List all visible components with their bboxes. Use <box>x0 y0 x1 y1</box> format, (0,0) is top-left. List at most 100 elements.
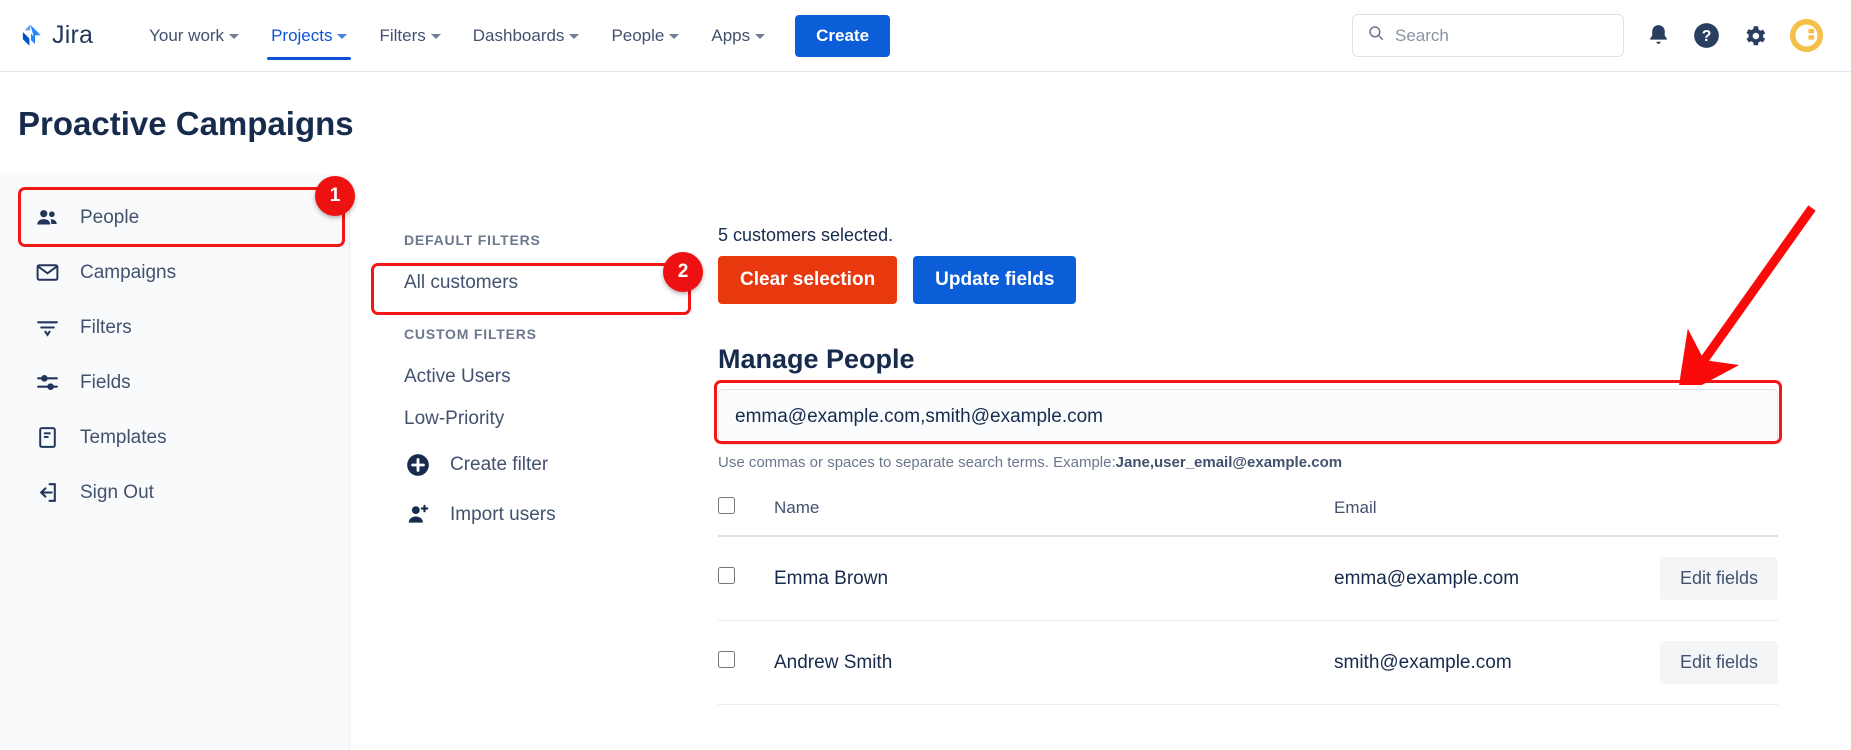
envelope-icon <box>34 260 60 285</box>
search-hint: Use commas or spaces to separate search … <box>718 454 1778 471</box>
sidebar-item-campaigns[interactable]: Campaigns <box>0 245 349 300</box>
selection-status-text: 5 customers selected. <box>718 225 894 245</box>
update-fields-button[interactable]: Update fields <box>913 256 1077 304</box>
search-icon <box>1367 24 1385 47</box>
nav-item-label: Dashboards <box>472 25 565 45</box>
row-action-cell: Edit fields <box>1634 536 1778 621</box>
sliders-icon <box>34 370 60 395</box>
bulk-action-buttons: Clear selection Update fields <box>718 256 1778 304</box>
nav-item-label: Apps <box>711 25 751 45</box>
nav-item-apps[interactable]: Apps <box>695 0 781 72</box>
row-select-cell <box>718 536 774 621</box>
row-select-cell <box>718 620 774 705</box>
sign-out-icon <box>34 480 60 505</box>
manage-people-search-wrap <box>718 389 1778 445</box>
brand-label: Jira <box>52 21 94 49</box>
edit-fields-button[interactable]: Edit fields <box>1659 557 1778 600</box>
global-search-box[interactable]: Search <box>1352 14 1624 57</box>
page-title: Proactive Campaigns <box>18 105 354 142</box>
row-name: Emma Brown <box>774 536 1334 621</box>
help-question-icon[interactable]: ? <box>1693 22 1720 49</box>
create-filter-button[interactable]: Create filter <box>400 440 700 490</box>
sidebar-item-filters[interactable]: Filters <box>0 300 349 355</box>
nav-items: Your work Projects Filters Dashboards Pe… <box>133 0 891 72</box>
nav-item-your-work[interactable]: Your work <box>133 0 255 72</box>
clear-selection-button[interactable]: Clear selection <box>718 256 898 304</box>
create-button[interactable]: Create <box>795 14 891 57</box>
chevron-down-icon <box>229 34 240 39</box>
people-group-icon <box>34 205 60 231</box>
row-checkbox[interactable] <box>718 651 735 668</box>
column-header-name: Name <box>774 489 1334 537</box>
row-email: emma@example.com <box>1334 536 1634 621</box>
top-navigation-bar: Jira Your work Projects Filters Dashboar… <box>0 0 1851 72</box>
nav-right-group: Search ? <box>1352 14 1833 57</box>
sidebar-item-label: Filters <box>80 316 132 338</box>
sidebar-item-label: Campaigns <box>80 261 177 283</box>
sidebar-item-label: Sign Out <box>80 481 154 503</box>
search-hint-prefix: Use commas or spaces to separate search … <box>718 454 1116 471</box>
sidebar-item-sign-out[interactable]: Sign Out <box>0 465 349 520</box>
table-header-row: Name Email <box>718 489 1778 537</box>
annotation-badge-2: 2 <box>663 252 703 292</box>
nav-item-label: Projects <box>271 25 333 45</box>
sidebar-item-label: People <box>80 206 140 228</box>
chevron-down-icon <box>430 34 441 39</box>
sidebar-item-fields[interactable]: Fields <box>0 355 349 410</box>
nav-item-label: People <box>611 25 665 45</box>
filter-all-customers[interactable]: All customers <box>400 262 700 304</box>
filter-low-priority[interactable]: Low-Priority <box>400 398 700 440</box>
user-add-icon <box>404 502 432 528</box>
plus-circle-icon <box>404 452 432 478</box>
default-filters-heading: DEFAULT FILTERS <box>404 232 541 248</box>
nav-item-people[interactable]: People <box>595 0 695 72</box>
document-icon <box>34 425 60 450</box>
people-table-head: Name Email <box>718 489 1778 537</box>
nav-item-label: Filters <box>379 25 426 45</box>
search-hint-example: Jane,user_email@example.com <box>1115 454 1343 471</box>
svg-text:?: ? <box>1702 28 1712 45</box>
jira-logo-icon <box>18 23 44 49</box>
sidebar-item-label: Fields <box>80 371 131 393</box>
annotation-badge-1: 1 <box>315 176 355 216</box>
chevron-down-icon <box>337 34 348 39</box>
select-all-checkbox[interactable] <box>718 497 735 514</box>
sidebar-item-people[interactable]: People <box>0 190 349 245</box>
people-table-body: Emma Brown emma@example.com Edit fields … <box>718 536 1778 705</box>
custom-filters-heading: CUSTOM FILTERS <box>404 326 537 342</box>
create-filter-label: Create filter <box>450 454 549 475</box>
sidebar-item-templates[interactable]: Templates <box>0 410 349 465</box>
main-content: 5 customers selected. Clear selection Up… <box>718 225 1778 705</box>
manage-people-search-input[interactable] <box>718 389 1778 445</box>
edit-fields-button[interactable]: Edit fields <box>1659 641 1778 684</box>
import-users-label: Import users <box>450 504 556 525</box>
left-sidebar: People Campaigns Filters Fields Template… <box>0 175 350 750</box>
select-all-header <box>718 489 774 537</box>
nav-item-projects[interactable]: Projects <box>255 0 363 72</box>
import-users-button[interactable]: Import users <box>400 490 700 540</box>
chevron-down-icon <box>669 34 680 39</box>
column-header-actions <box>1634 489 1778 537</box>
jira-brand[interactable]: Jira <box>18 21 93 50</box>
row-email: smith@example.com <box>1334 620 1634 705</box>
row-checkbox[interactable] <box>718 567 735 584</box>
sidebar-item-label: Templates <box>80 426 167 448</box>
column-header-email: Email <box>1334 489 1634 537</box>
notifications-bell-icon[interactable] <box>1646 23 1671 48</box>
filter-active-users[interactable]: Active Users <box>400 356 700 398</box>
table-row: Emma Brown emma@example.com Edit fields <box>718 536 1778 621</box>
user-avatar[interactable] <box>1790 19 1823 52</box>
settings-gear-icon[interactable] <box>1742 23 1768 49</box>
row-action-cell: Edit fields <box>1634 620 1778 705</box>
filters-panel: DEFAULT FILTERS All customers CUSTOM FIL… <box>400 232 700 540</box>
people-table: Name Email Emma Brown emma@example.com E… <box>718 489 1778 705</box>
chevron-down-icon <box>569 34 580 39</box>
nav-item-filters[interactable]: Filters <box>363 0 456 72</box>
filter-funnel-icon <box>34 315 60 340</box>
nav-item-label: Your work <box>149 25 225 45</box>
search-placeholder: Search <box>1395 25 1449 45</box>
nav-item-dashboards[interactable]: Dashboards <box>457 0 596 72</box>
chevron-down-icon <box>755 34 766 39</box>
row-name: Andrew Smith <box>774 620 1334 705</box>
table-row: Andrew Smith smith@example.com Edit fiel… <box>718 620 1778 705</box>
